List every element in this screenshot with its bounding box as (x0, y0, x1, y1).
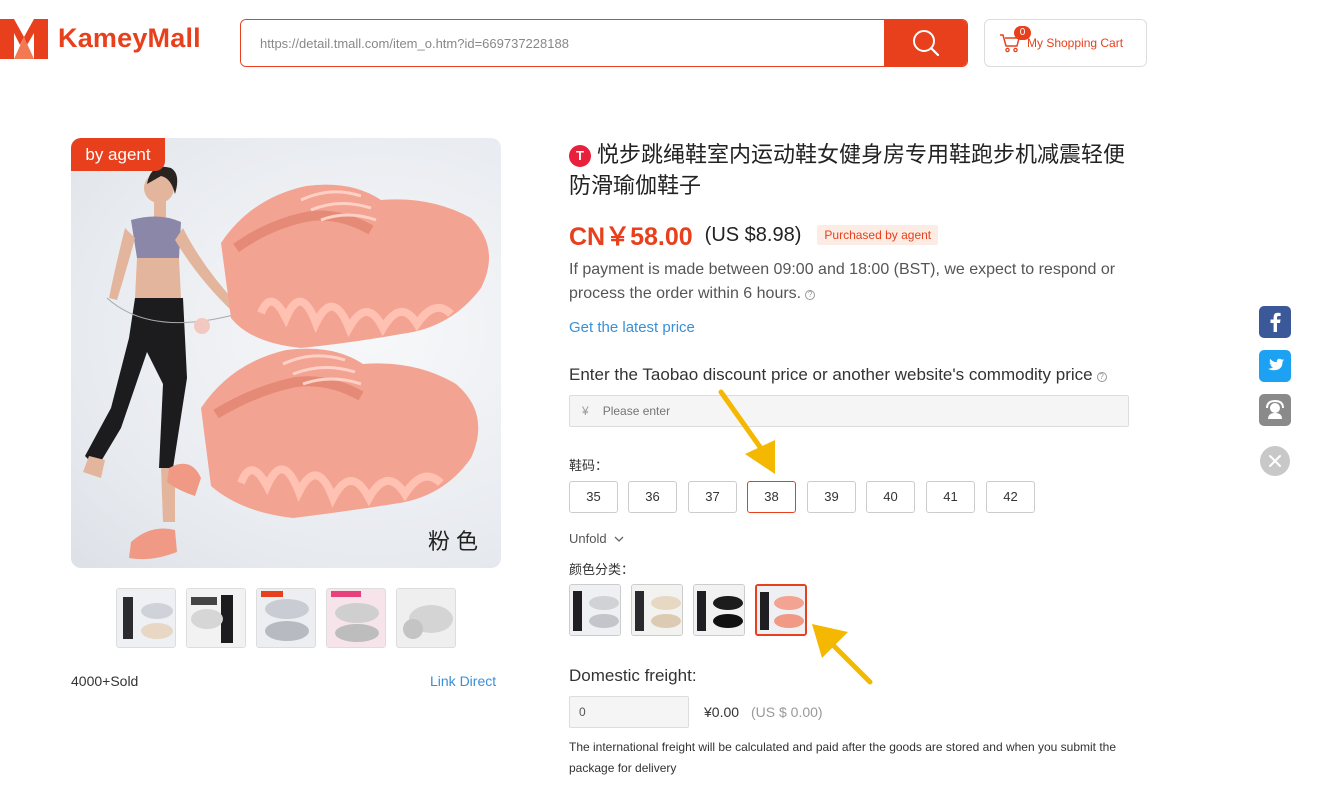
color-option-beige[interactable] (631, 584, 683, 636)
get-latest-price-link[interactable]: Get the latest price (569, 319, 695, 336)
chevron-down-icon (614, 536, 624, 542)
image-color-caption: 粉色 (428, 530, 485, 555)
size-option-41[interactable]: 41 (926, 481, 975, 513)
facebook-icon (1270, 312, 1281, 332)
currency-symbol: ¥ (582, 404, 589, 418)
search-icon (912, 30, 939, 57)
help-icon[interactable]: ? (1096, 372, 1107, 382)
processing-notice-text: If payment is made between 09:00 and 18:… (569, 261, 1116, 302)
color-label: 颜色分类： (569, 562, 635, 577)
price-usd: (US $8.98) (704, 223, 802, 246)
thumbnail-4[interactable] (326, 588, 386, 648)
thumbnail-2[interactable] (186, 588, 246, 648)
brand-name: KameyMall (58, 22, 201, 53)
price-row: CN￥58.00 (US $8.98) Purchased by agent (569, 218, 939, 252)
site-logo[interactable]: KameyMall (0, 14, 215, 62)
by-agent-tag: by agent (71, 138, 165, 171)
size-option-38[interactable]: 38 (747, 481, 796, 513)
search-bar (240, 19, 968, 67)
thumbnail-1[interactable] (116, 588, 176, 648)
size-option-36[interactable]: 36 (628, 481, 677, 513)
color-option-black[interactable] (693, 584, 745, 636)
color-option-pink[interactable] (755, 584, 807, 636)
cart-label: My Shopping Cart (1027, 36, 1124, 50)
freight-cny: ¥0.00 (704, 704, 740, 720)
annotation-arrow-icon (718, 389, 775, 474)
size-option-37[interactable]: 37 (688, 481, 737, 513)
size-option-35[interactable]: 35 (569, 481, 618, 513)
product-title: T 悦步跳绳鞋室内运动鞋女健身房专用鞋跑步机减震轻便防滑瑜伽鞋子 (569, 140, 1144, 202)
twitter-icon (1267, 358, 1285, 370)
unfold-label: Unfold (569, 531, 607, 546)
close-icon (1269, 455, 1281, 467)
domestic-freight-label: Domestic freight: (569, 666, 697, 685)
international-freight-note: The international freight will be calcul… (569, 740, 1117, 775)
twitter-share-button[interactable] (1259, 350, 1291, 382)
thumbnail-3[interactable] (256, 588, 316, 648)
discount-price-label-text: Enter the Taobao discount price or anoth… (569, 365, 1093, 384)
discount-price-label: Enter the Taobao discount price or anoth… (569, 365, 1107, 385)
freight-usd: (US $ 0.00) (751, 704, 823, 720)
size-option-42[interactable]: 42 (986, 481, 1035, 513)
customer-service-icon (1266, 399, 1284, 419)
product-title-text: 悦步跳绳鞋室内运动鞋女健身房专用鞋跑步机减震轻便防滑瑜伽鞋子 (569, 143, 1126, 199)
thumbnail-5[interactable] (396, 588, 456, 648)
facebook-share-button[interactable] (1259, 306, 1291, 338)
discount-price-input[interactable] (602, 404, 1103, 418)
sold-count: 4000+Sold (71, 673, 139, 689)
customer-service-button[interactable] (1259, 394, 1291, 426)
cart-count-badge: 0 (1014, 26, 1031, 40)
tmall-icon: T (569, 145, 591, 167)
help-icon[interactable]: ? (805, 290, 816, 300)
product-main-image[interactable] (71, 138, 501, 568)
kameymall-logo-icon (0, 19, 48, 59)
search-input[interactable] (241, 20, 884, 66)
size-option-40[interactable]: 40 (866, 481, 915, 513)
unfold-toggle[interactable]: Unfold (569, 531, 624, 546)
size-label: 鞋码： (569, 458, 609, 473)
size-option-39[interactable]: 39 (807, 481, 856, 513)
price-cny: CN￥58.00 (569, 223, 693, 251)
color-option-gray[interactable] (569, 584, 621, 636)
product-photo (83, 166, 489, 560)
annotation-arrow-icon (812, 624, 873, 685)
purchased-by-agent-badge: Purchased by agent (817, 225, 939, 245)
link-direct[interactable]: Link Direct (430, 673, 496, 689)
processing-notice: If payment is made between 09:00 and 18:… (569, 258, 1144, 306)
discount-price-field: ¥ (569, 395, 1129, 427)
domestic-freight-input[interactable] (569, 696, 689, 728)
close-button[interactable] (1260, 446, 1290, 476)
search-button[interactable] (884, 20, 967, 66)
shopping-cart-button[interactable]: 0 My Shopping Cart (984, 19, 1147, 67)
